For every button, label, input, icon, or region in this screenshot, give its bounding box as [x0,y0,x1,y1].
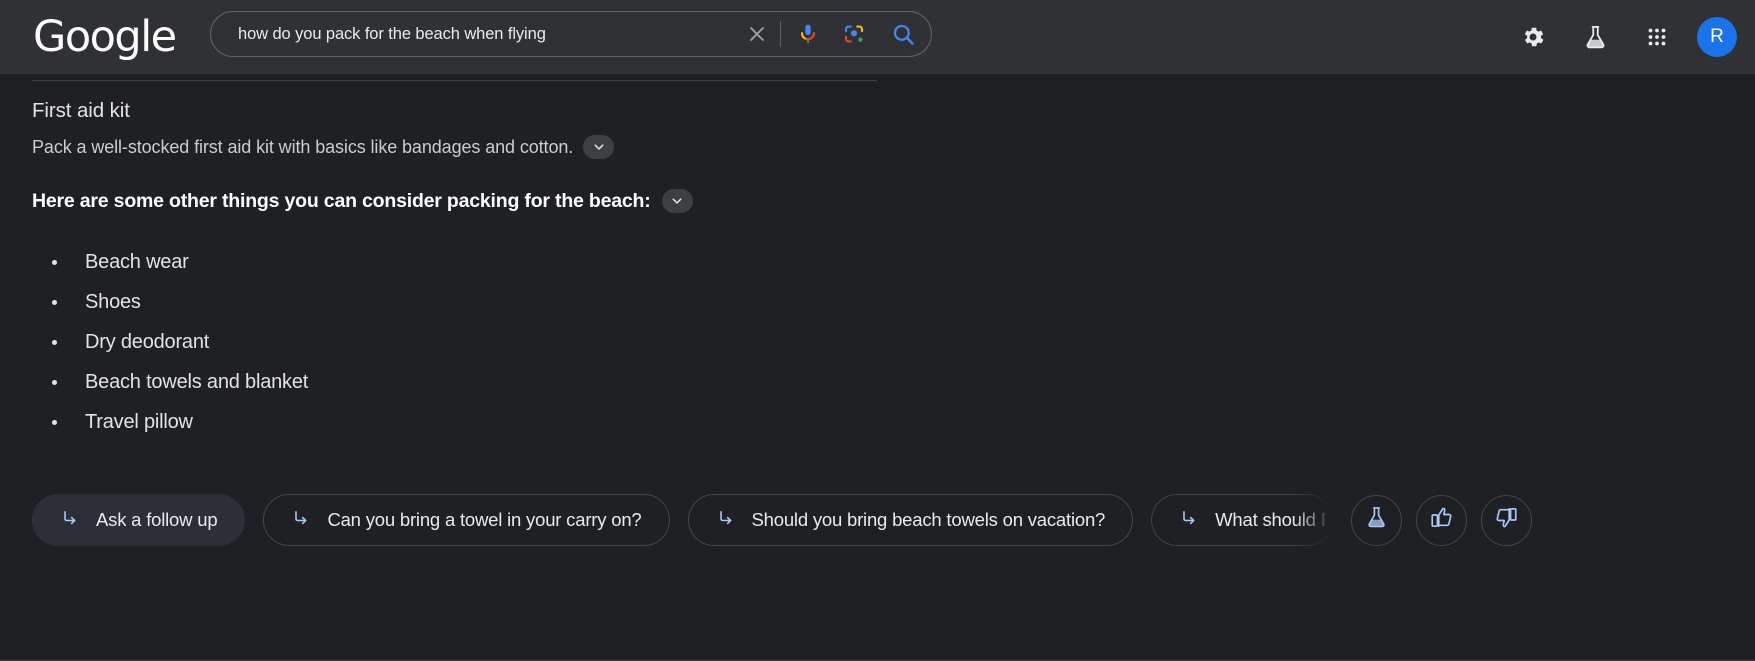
apps-grid-icon[interactable] [1633,13,1681,61]
header-actions: R [1502,0,1737,74]
search-bar[interactable] [210,11,932,57]
thumbs-up-button[interactable] [1416,494,1468,546]
gear-icon[interactable] [1509,13,1557,61]
content-top-divider [32,80,877,81]
chip-label: Should you bring beach towels on vacatio… [751,509,1106,530]
chevron-down-icon[interactable] [583,135,615,159]
chip-carry-on-towel[interactable]: Can you bring a towel in your carry on? [263,494,670,546]
packing-list: Beach wear Shoes Dry deodorant Beach tow… [48,242,308,442]
chip-label: What should I p [1215,509,1334,530]
other-things-heading-row: Here are some other things you can consi… [32,189,693,213]
thumbs-up-icon [1429,505,1454,535]
arrow-turn-icon [716,508,736,533]
thumbs-down-icon [1494,505,1519,535]
section-description-row: Pack a well-stocked first aid kit with b… [32,135,615,159]
google-lens-icon[interactable] [839,17,869,51]
list-item: Dry deodorant [48,322,308,362]
list-item: Travel pillow [48,402,308,442]
microphone-icon[interactable] [793,17,823,51]
list-item: Shoes [48,282,308,322]
chip-label: Ask a follow up [96,509,218,530]
chip-ask-a-follow-up[interactable]: Ask a follow up [32,494,246,546]
search-icon[interactable] [885,16,921,52]
google-logo[interactable]: Google [33,15,177,59]
lab-flask-icon[interactable] [1571,13,1619,61]
list-item: Beach wear [48,242,308,282]
section-title: First aid kit [32,99,130,122]
chip-label: Can you bring a towel in your carry on? [327,509,642,530]
main-content: First aid kit Pack a well-stocked first … [0,74,1755,661]
chevron-down-icon[interactable] [661,189,693,213]
chip-what-should-i-pack[interactable]: What should I p [1151,494,1334,546]
search-input[interactable] [211,24,740,44]
arrow-turn-icon [60,508,80,533]
labs-feedback-button[interactable] [1351,494,1403,546]
arrow-turn-icon [291,508,311,533]
app-header: Google how do you pack for the beach whe… [0,0,1755,74]
follow-up-chips-row: Ask a follow up Can you bring a towel in… [32,494,1546,546]
list-item: Beach towels and blanket [48,362,308,402]
arrow-turn-icon [1179,508,1199,533]
close-icon[interactable] [740,17,774,51]
section-description: Pack a well-stocked first aid kit with b… [32,136,574,157]
thumbs-down-button[interactable] [1481,494,1533,546]
avatar[interactable]: R [1697,17,1737,57]
chip-beach-towels-vacation[interactable]: Should you bring beach towels on vacatio… [687,494,1134,546]
lab-flask-icon [1364,505,1389,535]
search-divider [780,21,781,47]
other-things-heading: Here are some other things you can consi… [32,189,651,212]
